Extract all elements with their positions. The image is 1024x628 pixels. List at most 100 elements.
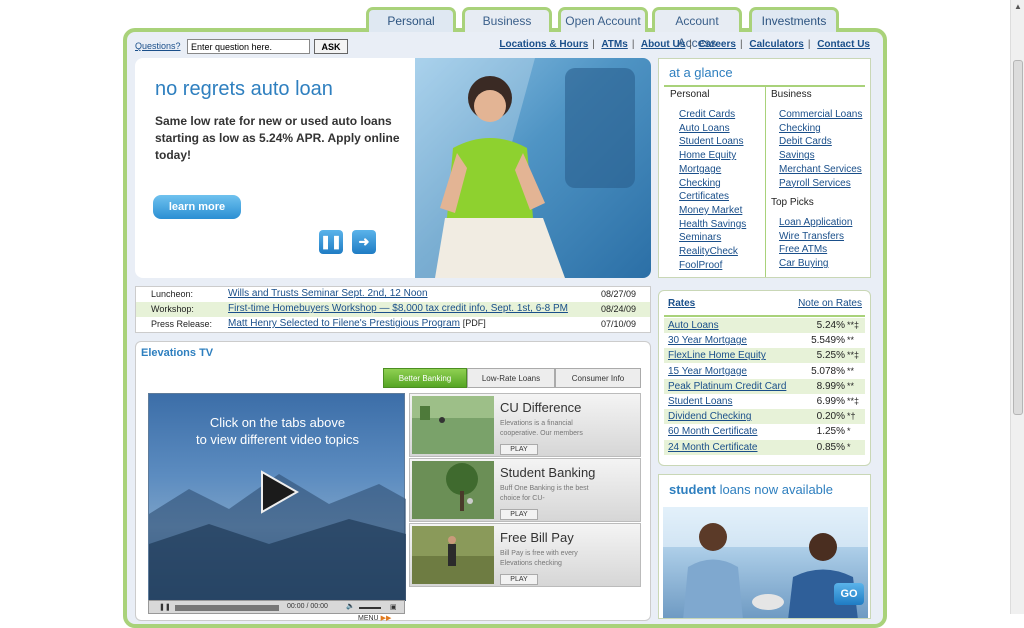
- tab-personal[interactable]: Personal: [366, 7, 456, 32]
- rate-value: 5.24%: [816, 320, 845, 331]
- menu-arrow-icon: ▶▶: [380, 615, 392, 622]
- at-a-glance-panel: at a glance Personal Business Top Picks …: [658, 58, 871, 278]
- video-desc: Buff One Banking is the best choice for …: [500, 485, 589, 502]
- rate-row: Dividend Checking 0.20% *†: [664, 409, 865, 425]
- tab-investments[interactable]: Investments: [749, 7, 839, 32]
- glance-link[interactable]: Wire Transfers: [779, 231, 844, 242]
- volume-icon[interactable]: 🔈: [346, 602, 355, 610]
- tab-business[interactable]: Business: [462, 7, 552, 32]
- rate-name-link[interactable]: 30 Year Mortgage: [668, 335, 747, 346]
- news-link[interactable]: Matt Henry Selected to Filene's Prestigi…: [228, 318, 460, 329]
- scroll-up-icon[interactable]: ▲: [1011, 0, 1024, 14]
- tab-open-account[interactable]: Open Account: [558, 7, 648, 32]
- personal-heading: Personal: [670, 89, 710, 100]
- tab-better-banking[interactable]: Better Banking: [383, 368, 467, 388]
- rate-value: 0.85%: [816, 441, 845, 453]
- video-thumbnail: [412, 396, 494, 454]
- glance-link[interactable]: Savings: [779, 150, 815, 161]
- at-a-glance-title: at a glance: [669, 65, 733, 80]
- rate-value: 5.25%: [816, 350, 845, 362]
- atms-link[interactable]: ATMs: [601, 39, 627, 50]
- go-button[interactable]: GO: [834, 583, 864, 605]
- glance-link[interactable]: Home Equity: [679, 150, 736, 161]
- play-button[interactable]: PLAY: [500, 509, 538, 520]
- rate-row: 60 Month Certificate 1.25% *: [664, 424, 865, 439]
- video-title: Student Banking: [500, 465, 596, 480]
- arrow-right-icon[interactable]: ➜: [352, 230, 376, 254]
- tab-account-access[interactable]: Account Access: [652, 7, 742, 50]
- pause-icon[interactable]: ❚❚: [319, 230, 343, 254]
- rate-footnote-mark: **‡: [847, 320, 860, 330]
- rate-name-link[interactable]: Peak Platinum Credit Card: [668, 381, 786, 392]
- rate-name-link[interactable]: FlexLine Home Equity: [668, 350, 766, 361]
- glance-link[interactable]: Commercial Loans: [779, 109, 862, 120]
- rate-name-link[interactable]: Auto Loans: [668, 320, 719, 331]
- glance-link[interactable]: Health Savings: [679, 219, 746, 230]
- rate-row: Student Loans 6.99% **‡: [664, 394, 865, 409]
- news-row: Luncheon: Wills and Trusts Seminar Sept.…: [136, 287, 650, 302]
- scrollbar[interactable]: ▲: [1010, 0, 1024, 614]
- pause-small-icon[interactable]: ❚❚: [159, 603, 171, 611]
- video-player[interactable]: Click on the tabs above to view differen…: [148, 393, 406, 601]
- video-item[interactable]: Free Bill Pay Bill Pay is free with ever…: [409, 523, 641, 587]
- volume-slider[interactable]: [359, 607, 381, 609]
- rates-title-link[interactable]: Rates: [668, 298, 695, 309]
- calculators-link[interactable]: Calculators: [749, 39, 803, 50]
- play-button[interactable]: PLAY: [500, 574, 538, 585]
- about-us-link[interactable]: About Us: [641, 39, 685, 50]
- glance-link[interactable]: Certificates: [679, 191, 729, 202]
- rate-name-link[interactable]: Dividend Checking: [668, 411, 751, 422]
- seek-bar[interactable]: [175, 605, 279, 611]
- rate-name-link[interactable]: 24 Month Certificate: [668, 442, 758, 453]
- play-button[interactable]: PLAY: [500, 444, 538, 455]
- question-input[interactable]: [187, 39, 310, 54]
- glance-link[interactable]: Car Buying: [779, 258, 828, 269]
- glance-link[interactable]: Loan Application: [779, 217, 852, 228]
- rate-footnote-mark: **‡: [847, 396, 860, 406]
- learn-more-button[interactable]: learn more: [153, 195, 241, 219]
- locations-link[interactable]: Locations & Hours: [499, 39, 588, 50]
- questions-link[interactable]: Questions?: [135, 41, 181, 51]
- glance-link[interactable]: Free ATMs: [779, 244, 827, 255]
- video-item[interactable]: CU Difference Elevations is a financial …: [409, 393, 641, 457]
- news-link[interactable]: Wills and Trusts Seminar Sept. 2nd, 12 N…: [228, 288, 428, 299]
- glance-link[interactable]: Student Loans: [679, 136, 744, 147]
- divider: [765, 87, 766, 277]
- rates-panel: Rates Note on Rates Auto Loans 5.24% **‡ 30…: [658, 290, 871, 466]
- video-thumbnail: [412, 461, 494, 519]
- rate-name-link[interactable]: 60 Month Certificate: [668, 426, 758, 437]
- glance-link[interactable]: RealityCheck: [679, 246, 738, 257]
- news-item: Matt Henry Selected to Filene's Prestigi…: [228, 318, 486, 329]
- glance-link[interactable]: Merchant Services: [779, 164, 862, 175]
- glance-link[interactable]: Payroll Services: [779, 178, 851, 189]
- glance-link[interactable]: Mortgage: [679, 164, 721, 175]
- player-menu[interactable]: MENU ▶▶: [358, 614, 391, 622]
- ask-button[interactable]: ASK: [314, 39, 348, 54]
- rate-footnote-mark: **‡: [847, 350, 860, 361]
- glance-link[interactable]: Auto Loans: [679, 123, 730, 134]
- contact-us-link[interactable]: Contact Us: [817, 39, 870, 50]
- glance-link[interactable]: Checking: [779, 123, 821, 134]
- video-item[interactable]: Student Banking Buff One Banking is the …: [409, 458, 641, 522]
- careers-link[interactable]: Careers: [699, 39, 736, 50]
- glance-link[interactable]: Checking: [679, 178, 721, 189]
- hero-title: no regrets auto loan: [155, 78, 333, 100]
- rate-name-link[interactable]: Student Loans: [668, 396, 733, 407]
- glance-link[interactable]: Debit Cards: [779, 136, 832, 147]
- rate-name-link[interactable]: 15 Year Mortgage: [668, 366, 747, 377]
- player-message-line: Click on the tabs above: [209, 415, 346, 430]
- tab-low-rate-loans[interactable]: Low-Rate Loans: [467, 368, 555, 388]
- student-loans-ad[interactable]: student loans now available GO: [658, 474, 871, 619]
- play-icon[interactable]: [252, 467, 302, 517]
- glance-link[interactable]: Money Market: [679, 205, 742, 216]
- glance-link[interactable]: Seminars: [679, 232, 721, 243]
- note-on-rates-link[interactable]: Note on Rates: [798, 298, 862, 309]
- tab-consumer-info[interactable]: Consumer Info: [555, 368, 641, 388]
- news-link[interactable]: First-time Homebuyers Workshop — $8,000 …: [228, 303, 568, 314]
- video-title: Free Bill Pay: [500, 530, 574, 545]
- news-label: Luncheon:: [151, 289, 194, 299]
- scroll-thumb[interactable]: [1013, 60, 1023, 415]
- fullscreen-icon[interactable]: ▣: [390, 603, 397, 611]
- glance-link[interactable]: Credit Cards: [679, 109, 735, 120]
- glance-link[interactable]: FoolProof: [679, 260, 722, 271]
